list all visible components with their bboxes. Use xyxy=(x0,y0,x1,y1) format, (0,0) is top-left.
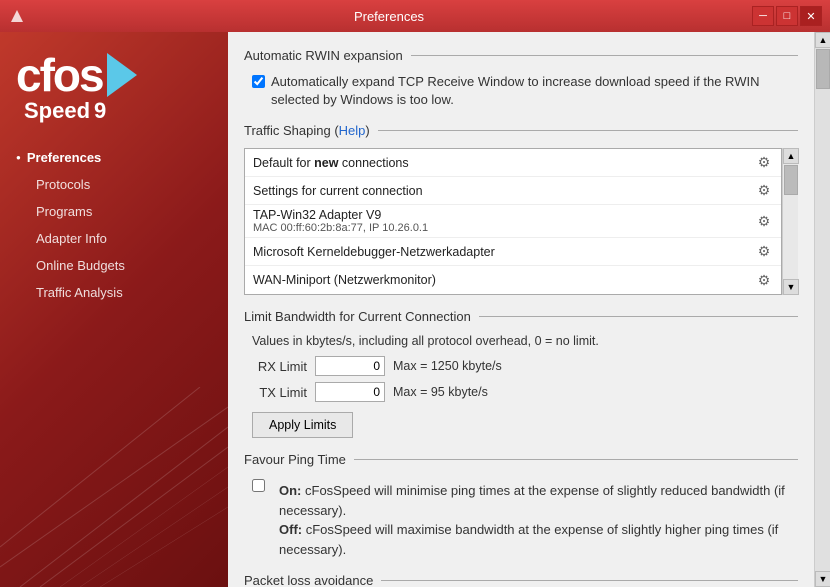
apply-limits-button[interactable]: Apply Limits xyxy=(252,412,353,438)
sidebar-item-adapter-info[interactable]: Adapter Info xyxy=(0,225,228,252)
table-row: WAN-Miniport (Netzwerkmonitor) ⚙ xyxy=(245,266,781,294)
close-button[interactable]: ✕ xyxy=(800,6,822,26)
logo-arrow-icon xyxy=(107,53,137,97)
window-controls: ─ □ ✕ xyxy=(752,6,822,26)
window-title: Preferences xyxy=(26,9,752,24)
logo-cfos: cfo s xyxy=(16,52,212,98)
scroll-down-button[interactable]: ▼ xyxy=(815,571,830,587)
tx-max-label: Max = 95 kbyte/s xyxy=(393,385,488,399)
tx-limit-row: TX Limit Max = 95 kbyte/s xyxy=(252,382,798,402)
table-scroll-thumb[interactable] xyxy=(784,165,798,195)
app-icon xyxy=(8,7,26,25)
ping-header-label: Favour Ping Time xyxy=(244,452,354,467)
rx-label: RX Limit xyxy=(252,359,307,374)
rwin-header-label: Automatic RWIN expansion xyxy=(244,48,411,63)
packet-section-header: Packet loss avoidance xyxy=(244,573,798,587)
outer-scrollbar: ▲ ▼ xyxy=(814,32,830,587)
sidebar-label-preferences: Preferences xyxy=(27,150,101,165)
sidebar-label-protocols: Protocols xyxy=(36,177,90,192)
sidebar-label-programs: Programs xyxy=(36,204,92,219)
minimize-button[interactable]: ─ xyxy=(752,6,774,26)
table-row: Settings for current connection ⚙ xyxy=(245,177,781,205)
table-scrollbar: ▲ ▼ xyxy=(782,148,798,295)
shaping-row-name: Default for new connections xyxy=(253,156,755,170)
active-bullet-icon: ● xyxy=(16,153,21,162)
gear-icon[interactable]: ⚙ xyxy=(755,182,773,200)
sidebar-label-traffic-analysis: Traffic Analysis xyxy=(36,285,123,300)
scroll-up-button[interactable]: ▲ xyxy=(815,32,830,48)
ping-checkbox[interactable] xyxy=(252,479,265,492)
table-scroll-down-button[interactable]: ▼ xyxy=(783,279,799,295)
shaping-row-name: WAN-Miniport (Netzwerkmonitor) xyxy=(253,273,755,287)
sidebar-logo: cfo s Speed 9 xyxy=(0,32,228,134)
rwin-checkbox[interactable] xyxy=(252,75,265,88)
sidebar-label-online-budgets: Online Budgets xyxy=(36,258,125,273)
help-link[interactable]: Help xyxy=(339,123,366,138)
bandwidth-header-label: Limit Bandwidth for Current Connection xyxy=(244,309,479,324)
rwin-checkbox-label: Automatically expand TCP Receive Window … xyxy=(271,73,798,109)
shaping-row-name: Settings for current connection xyxy=(253,184,755,198)
packet-divider xyxy=(381,580,798,581)
sidebar-item-online-budgets[interactable]: Online Budgets xyxy=(0,252,228,279)
tx-limit-input[interactable] xyxy=(315,382,385,402)
table-row: Default for new connections ⚙ xyxy=(245,149,781,177)
bandwidth-section-header: Limit Bandwidth for Current Connection xyxy=(244,309,798,324)
shaping-section-header: Traffic Shaping (Help) xyxy=(244,123,798,138)
logo-speed-text: Speed xyxy=(20,98,90,124)
ping-section-header: Favour Ping Time xyxy=(244,452,798,467)
title-bar: Preferences ─ □ ✕ xyxy=(0,0,830,32)
content-area: Automatic RWIN expansion Automatically e… xyxy=(228,32,814,587)
shaping-row-name: Microsoft Kerneldebugger-Netzwerkadapter xyxy=(253,245,755,259)
sidebar-item-programs[interactable]: Programs xyxy=(0,198,228,225)
ping-divider xyxy=(354,459,798,460)
shaping-table-wrapper: Default for new connections ⚙ Settings f… xyxy=(244,148,798,295)
gear-icon[interactable]: ⚙ xyxy=(755,154,773,172)
sidebar-nav: ● Preferences Protocols Programs Adapter… xyxy=(0,144,228,306)
maximize-button[interactable]: □ xyxy=(776,6,798,26)
sidebar-item-traffic-analysis[interactable]: Traffic Analysis xyxy=(0,279,228,306)
shaping-divider xyxy=(378,130,798,131)
rwin-section-header: Automatic RWIN expansion xyxy=(244,48,798,63)
rx-max-label: Max = 1250 kbyte/s xyxy=(393,359,502,373)
scroll-track xyxy=(815,48,830,571)
scroll-thumb[interactable] xyxy=(816,49,830,89)
rx-limit-input[interactable] xyxy=(315,356,385,376)
bandwidth-desc: Values in kbytes/s, including all protoc… xyxy=(252,334,798,348)
logo-version: 9 xyxy=(90,98,106,124)
ping-desc: On: cFosSpeed will minimise ping times a… xyxy=(279,481,798,559)
rx-limit-row: RX Limit Max = 1250 kbyte/s xyxy=(252,356,798,376)
sidebar-label-adapter-info: Adapter Info xyxy=(36,231,107,246)
tx-label: TX Limit xyxy=(252,385,307,400)
table-row: TAP-Win32 Adapter V9 MAC 00:ff:60:2b:8a:… xyxy=(245,205,781,238)
sidebar-decoration xyxy=(0,387,228,587)
gear-icon[interactable]: ⚙ xyxy=(755,271,773,289)
shaping-table: Default for new connections ⚙ Settings f… xyxy=(244,148,782,295)
ping-on-text: cFosSpeed will minimise ping times at th… xyxy=(279,483,785,518)
sidebar: cfo s Speed 9 ● Preferences Protocols Pr… xyxy=(0,32,228,587)
main-container: cfo s Speed 9 ● Preferences Protocols Pr… xyxy=(0,32,830,587)
table-scroll-up-button[interactable]: ▲ xyxy=(783,148,799,164)
sidebar-item-protocols[interactable]: Protocols xyxy=(0,171,228,198)
bandwidth-divider xyxy=(479,316,798,317)
shaping-header-label: Traffic Shaping (Help) xyxy=(244,123,378,138)
sidebar-item-preferences[interactable]: ● Preferences xyxy=(0,144,228,171)
rwin-checkbox-row: Automatically expand TCP Receive Window … xyxy=(252,73,798,109)
gear-icon[interactable]: ⚙ xyxy=(755,212,773,230)
table-scroll-track xyxy=(783,164,798,279)
shaping-row-name: TAP-Win32 Adapter V9 MAC 00:ff:60:2b:8a:… xyxy=(253,208,755,234)
ping-off-label: Off: xyxy=(279,522,302,537)
rwin-divider xyxy=(411,55,798,56)
gear-icon[interactable]: ⚙ xyxy=(755,243,773,261)
packet-header-label: Packet loss avoidance xyxy=(244,573,381,587)
ping-off-text: cFosSpeed will maximise bandwidth at the… xyxy=(279,522,778,557)
table-row: Microsoft Kerneldebugger-Netzwerkadapter… xyxy=(245,238,781,266)
ping-on-label: On: xyxy=(279,483,301,498)
ping-checkbox-row: On: cFosSpeed will minimise ping times a… xyxy=(252,477,798,559)
